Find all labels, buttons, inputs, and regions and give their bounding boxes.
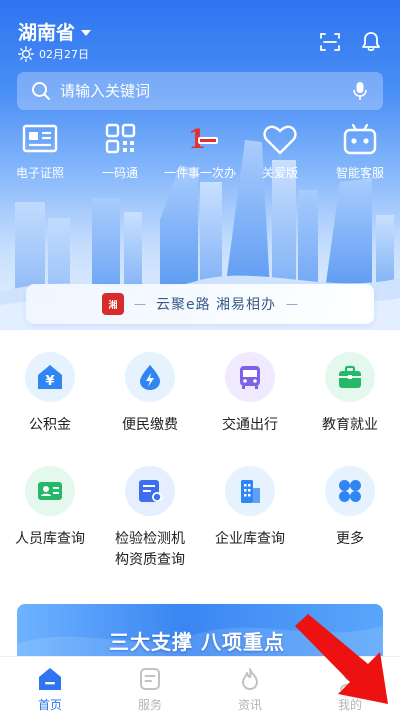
service-more[interactable]: 更多 [300, 466, 400, 550]
briefcase-icon [339, 365, 361, 388]
bus-icon [240, 366, 260, 389]
service-label: 人员库查询 [15, 531, 85, 547]
scan-icon[interactable] [320, 32, 340, 52]
quick-action-one-thing[interactable]: 1 一件事一次办 [160, 122, 240, 181]
service-icon-bg: ¥ [25, 352, 75, 402]
service-housing-fund[interactable]: ¥ 公积金 [0, 352, 100, 436]
microphone-icon[interactable] [353, 81, 367, 101]
one-thing-logo-icon: 1 [188, 125, 218, 155]
chevron-down-icon [81, 29, 92, 36]
divider: — [133, 297, 146, 311]
service-label: 公积金 [29, 417, 71, 433]
certificate-icon [139, 480, 162, 502]
service-icon-bg [325, 352, 375, 402]
city-selector[interactable]: 湖南省 [18, 18, 92, 45]
divider: — [286, 297, 299, 311]
quick-action-label: 一件事一次办 [163, 166, 236, 180]
service-personnel-query[interactable]: 人员库查询 [0, 466, 100, 550]
tab-services[interactable]: 服务 [100, 657, 200, 725]
city-name: 湖南省 [18, 22, 76, 44]
tab-home[interactable]: 首页 [0, 657, 100, 725]
slogan-bar: 湘 — 云聚e路 湘易相办 — [26, 284, 374, 324]
quick-action-label: 电子证照 [15, 166, 64, 180]
service-label: 教育就业 [322, 417, 378, 433]
service-icon-bg [25, 466, 75, 516]
search-bar[interactable] [17, 72, 383, 110]
sun-icon [18, 46, 34, 62]
service-doc-icon [140, 668, 160, 690]
service-icon-bg [125, 466, 175, 516]
tab-label: 首页 [37, 698, 62, 712]
quick-action-care-version[interactable]: 关爱版 [240, 122, 320, 181]
hero-header: 湖南省 02月27日 请输入关键词 电子证照 一码通 1 一件事一次办 关爱版 … [0, 0, 400, 330]
tab-label: 资讯 [237, 698, 262, 712]
robot-icon [343, 123, 377, 155]
slogan-text: 云聚e路 湘易相办 [155, 297, 277, 313]
quick-action-label: 智能客服 [335, 166, 384, 180]
yuan-house-icon: ¥ [38, 365, 62, 389]
water-drop-icon [140, 365, 160, 390]
service-label: 企业库查询 [215, 531, 285, 547]
tab-label: 服务 [137, 698, 162, 712]
service-icon-bg [125, 352, 175, 402]
service-label: 便民缴费 [122, 417, 178, 433]
flame-news-icon [242, 668, 258, 690]
hunan-logo: 湘 [101, 293, 124, 315]
quick-action-label: 关爱版 [261, 166, 298, 180]
home-icon [39, 668, 61, 690]
service-label: 交通出行 [222, 417, 278, 433]
search-icon [32, 82, 50, 100]
quick-action-e-license[interactable]: 电子证照 [0, 122, 80, 181]
service-label: 检验检测机 构资质查询 [115, 531, 185, 568]
service-icon-bg [225, 466, 275, 516]
tab-news[interactable]: 资讯 [200, 657, 300, 725]
service-icon-bg [225, 352, 275, 402]
id-card-icon [22, 124, 58, 153]
service-label: 更多 [336, 531, 364, 547]
qr-code-icon [105, 123, 136, 154]
building-icon [241, 480, 260, 503]
search-input[interactable] [60, 82, 353, 100]
grid-more-icon [339, 480, 361, 502]
service-utility-payment[interactable]: 便民缴费 [100, 352, 200, 436]
heart-tag-icon [263, 125, 297, 155]
quick-action-one-code[interactable]: 一码通 [80, 122, 160, 181]
service-inspection-qualification[interactable]: 检验检测机 构资质查询 [100, 466, 200, 571]
service-enterprise-query[interactable]: 企业库查询 [200, 466, 300, 550]
service-icon-bg [325, 466, 375, 516]
top-bar: 湖南省 02月27日 [0, 0, 400, 70]
quick-action-label: 一码通 [101, 166, 138, 180]
service-education-employment[interactable]: 教育就业 [300, 352, 400, 436]
red-arrow-annotation [295, 614, 388, 704]
weather-date: 02月27日 [18, 46, 89, 62]
person-card-icon [38, 482, 62, 500]
service-transport[interactable]: 交通出行 [200, 352, 300, 436]
date-text: 02月27日 [39, 48, 89, 61]
bell-icon[interactable] [361, 31, 381, 52]
quick-action-smart-service[interactable]: 智能客服 [320, 122, 400, 181]
svg-text:¥: ¥ [45, 374, 54, 389]
banner-text: 三大支撑 八项重点 [109, 630, 285, 654]
